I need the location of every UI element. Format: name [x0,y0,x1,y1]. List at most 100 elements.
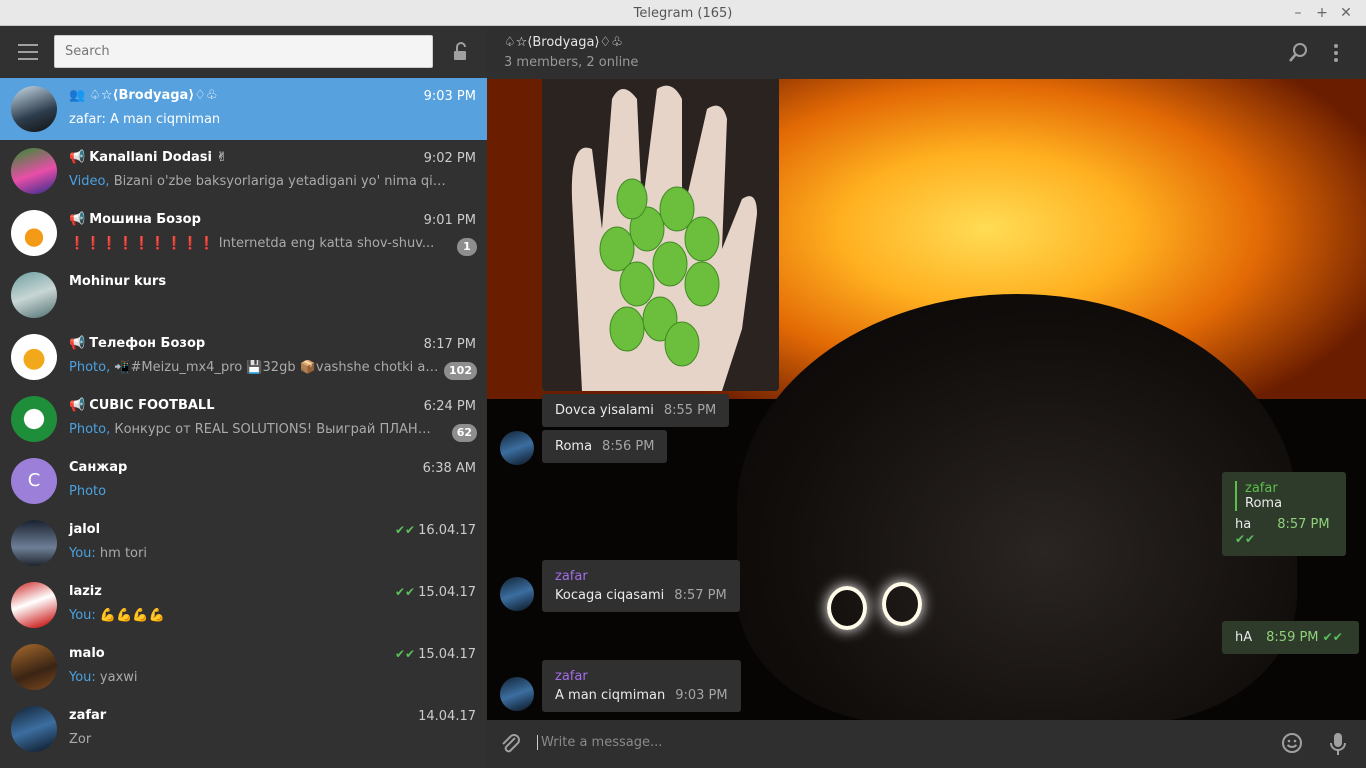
chat-background: Dovca yisalami 8:55 PM Roma 8:56 PM zafar … [487,79,1366,720]
read-ticks-icon: ✔✔ [1235,532,1256,546]
avatar [11,644,57,690]
avatar: С [11,458,57,504]
avatar [11,396,57,442]
maximize-button[interactable]: + [1312,3,1332,23]
message-bubble[interactable]: Roma 8:56 PM [542,430,668,463]
sender-avatar[interactable] [500,677,534,711]
reply-quote[interactable]: zafar Roma [1235,481,1333,511]
chat-preview: Video, Bizani o'zbe baksyorlariga yetadi… [69,174,449,189]
chat-item-moshina-bozor[interactable]: 📢 Мошина Бозор 9:01 PM ❗❗❗❗❗❗❗❗❗ Internet… [0,202,487,264]
unread-badge: 1 [457,238,477,256]
photo-message[interactable] [542,79,779,391]
unread-badge: 102 [444,362,477,380]
chat-header: ♤☆⟨Brodyaga⟩♢♧ 3 members, 2 online [487,26,1366,79]
chat-item-sanjar[interactable]: С Санжар 6:38 AM Photo [0,450,487,512]
chat-name: Мошина Бозор [89,212,201,227]
chat-title[interactable]: ♤☆⟨Brodyaga⟩♢♧ [504,35,623,50]
message-sender[interactable]: zafar [555,669,728,684]
message-time: 8:56 PM [602,439,655,454]
chat-time: 15.04.17 [418,585,476,600]
emoji-icon[interactable] [1281,732,1303,754]
chat-name: Kanallani Dodasi ✌ [89,150,228,165]
sidebar: 👥♤☆⟨Brodyaga⟩♢♧ 9:03 PM zafar: A man ciq… [0,26,487,768]
avatar [11,334,57,380]
photo-hand-fruits [542,79,779,391]
message-input[interactable]: Write a message... [537,735,662,750]
more-options-icon[interactable] [1332,42,1340,64]
chat-preview: You: yaxwi [69,670,138,685]
chat-time: 14.04.17 [418,709,476,724]
message-bubble[interactable]: Dovca yisalami 8:55 PM [542,394,730,427]
chat-preview: You: 💪💪💪💪 [69,608,165,623]
chat-preview: You: hm tori [69,546,147,561]
megaphone-icon: 📢 [69,150,86,165]
chat-item-brodyaga[interactable]: 👥 ♤☆⟨Brodyaga⟩♢♧ 9:03 PM zafar: A man ciq… [0,78,487,140]
minimize-button[interactable]: – [1288,3,1308,23]
message-text: Kocaga ciqasami [555,588,665,603]
chat-name: Санжар [69,460,128,475]
chat-item-malo[interactable]: malo ✔✔ 15.04.17 You: yaxwi [0,636,487,698]
attach-icon[interactable] [500,732,522,756]
chat-preview: Zor [69,732,92,747]
message-bubble[interactable]: zafar Kocaga ciqasami 8:57 PM [542,560,740,612]
avatar [11,706,57,752]
chat-item-laziz[interactable]: laziz ✔✔ 15.04.17 You: 💪💪💪💪 [0,574,487,636]
chat-name: jalol [69,522,101,537]
chat-preview: Photo, Конкурс от REAL SOLUTIONS! Выигра… [69,422,444,437]
unlock-icon[interactable] [452,42,470,62]
reply-sender: zafar [1245,481,1278,496]
message-bubble-outgoing[interactable]: hA 8:59 PM ✔✔ [1222,621,1359,654]
chat-item-zafar[interactable]: zafar 14.04.17 Zor [0,698,487,760]
chat-panel: ♤☆⟨Brodyaga⟩♢♧ 3 members, 2 online Dovca… [487,26,1366,768]
avatar [11,210,57,256]
chat-preview: Photo, 📲#Meizu_mx4_pro 💾32gb 📦vashshe ch… [69,360,439,375]
megaphone-icon: 📢 [69,398,86,413]
chat-time: 9:03 PM [423,89,476,104]
chat-item-kanallani-dodasi[interactable]: 📢 Kanallani Dodasi ✌ 9:02 PM Video, Bizan… [0,140,487,202]
megaphone-icon: 📢 [69,212,86,227]
message-sender[interactable]: zafar [555,569,727,584]
message-text: Roma [555,439,593,454]
read-ticks-icon: ✔✔ [395,585,416,599]
message-text: Dovca yisalami [555,403,654,418]
message-time: 8:57 PM [1277,517,1330,532]
chat-item-telefon-bozor[interactable]: 📢 Телефон Бозор 8:17 PM Photo, 📲#Meizu_mx… [0,326,487,388]
chat-preview: ❗❗❗❗❗❗❗❗❗ Internetda eng katta shov-shuv… [69,236,435,251]
chat-name: malo [69,646,105,661]
chat-item-mohinur-kurs[interactable]: Mohinur kurs [0,264,487,326]
chat-subtitle: 3 members, 2 online [504,55,639,70]
chat-time: 6:24 PM [423,399,476,414]
search-input[interactable] [54,35,433,68]
message-bubble-outgoing[interactable]: zafar Roma ha 8:57 PM ✔✔ [1222,472,1346,556]
chat-name: zafar [69,708,107,723]
background-car [737,294,1297,720]
sidebar-header [0,26,487,78]
chat-time: 15.04.17 [418,647,476,662]
microphone-icon[interactable] [1330,732,1346,756]
chat-item-cubic-football[interactable]: 📢 CUBIC FOOTBALL 6:24 PM Photo, Конкурс о… [0,388,487,450]
chat-name: ♤☆⟨Brodyaga⟩♢♧ [89,88,218,103]
group-icon: 👥 [69,88,86,103]
chat-item-jalol[interactable]: jalol ✔✔ 16.04.17 You: hm tori [0,512,487,574]
avatar [11,86,57,132]
unread-badge: 62 [451,424,477,442]
chat-name: Телефон Бозор [89,336,206,351]
car-headlight [827,586,867,630]
chat-name: Mohinur kurs [69,274,167,289]
message-time: 9:03 PM [675,688,728,703]
chat-preview: Photo [69,484,107,499]
avatar [11,272,57,318]
hamburger-menu-icon[interactable] [18,44,38,60]
message-time: 8:57 PM [674,588,727,603]
megaphone-icon: 📢 [69,336,86,351]
close-button[interactable]: ✕ [1336,3,1356,23]
sender-avatar[interactable] [500,431,534,465]
message-bubble[interactable]: zafar A man ciqmiman 9:03 PM [542,660,741,712]
car-headlight [882,582,922,626]
search-icon[interactable] [1287,42,1309,64]
message-text: hA [1235,630,1253,645]
sender-avatar[interactable] [500,577,534,611]
chat-time: 9:01 PM [423,213,476,228]
message-text: ha [1235,517,1252,532]
avatar [11,582,57,628]
